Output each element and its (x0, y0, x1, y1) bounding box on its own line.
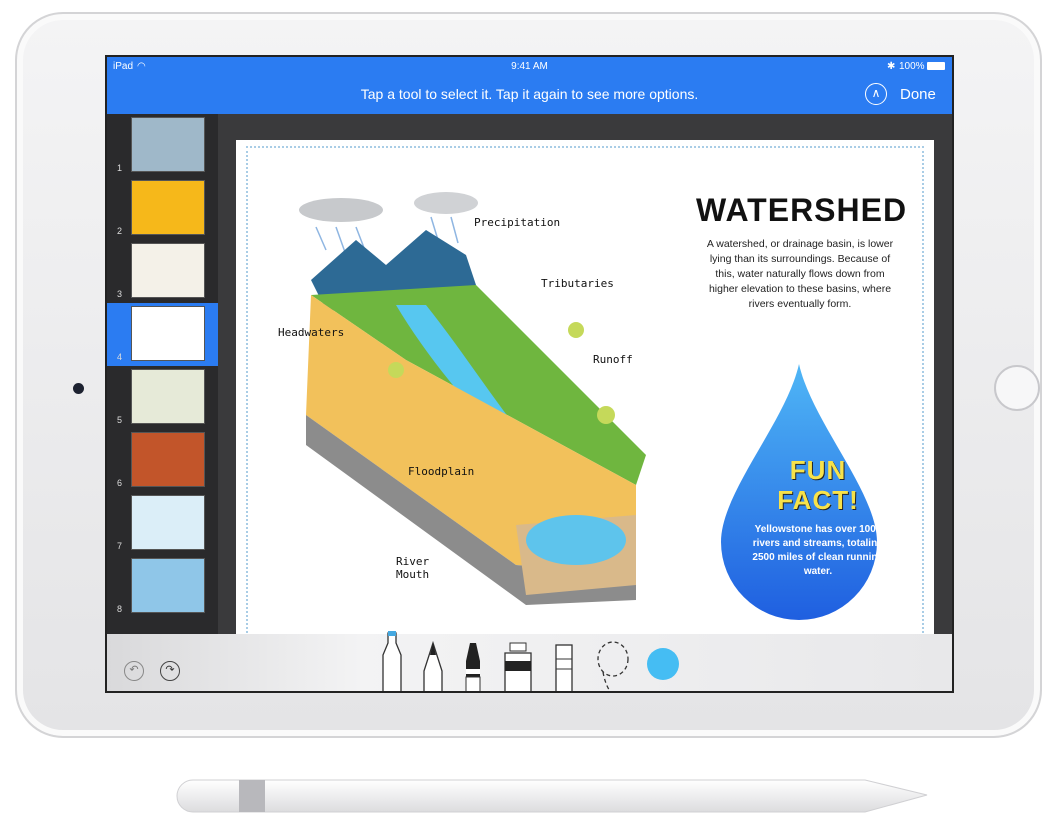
toolbar-instructions: Tap a tool to select it. Tap it again to… (360, 86, 699, 102)
slide-thumbnail-2[interactable]: 2 (107, 177, 218, 240)
slide-number: 1 (117, 163, 123, 173)
slide-number: 2 (117, 226, 123, 236)
front-camera (73, 383, 84, 394)
apple-pencil (176, 779, 928, 813)
status-bar: iPad ◠ 9:41 AM ✱ 100% (107, 57, 952, 75)
slide-description: A watershed, or drainage basin, is lower… (706, 238, 894, 310)
label-runoff: Runoff (593, 353, 633, 366)
slide-thumbnail-5[interactable]: 5 (107, 366, 218, 429)
battery-icon (927, 62, 945, 70)
slide-thumbnail-image (131, 495, 205, 550)
bluetooth-icon: ✱ (887, 61, 896, 72)
drawing-tools-bar: ↶ ↷ (107, 631, 952, 693)
markup-toolbar: Tap a tool to select it. Tap it again to… (107, 75, 952, 114)
slide-title: WATERSHED (696, 192, 908, 228)
label-precipitation: Precipitation (474, 216, 561, 229)
slide-number: 7 (117, 541, 123, 551)
slide-thumbnail-1[interactable]: 1 (107, 114, 218, 177)
redo-button[interactable]: ↷ (160, 661, 180, 681)
label-tributaries: Tributaries (541, 277, 614, 290)
slide-number: 5 (117, 415, 123, 425)
pencil-tip-icon: ∧ (871, 86, 881, 100)
fill-tool[interactable] (502, 641, 534, 693)
watershed-illustration (299, 192, 646, 605)
label-floodplain: Floodplain (408, 465, 475, 478)
undo-button[interactable]: ↶ (124, 661, 144, 681)
label-headwaters: Headwaters (278, 326, 345, 339)
pencil-settings-button[interactable]: ∧ (865, 83, 887, 105)
slide-number: 4 (117, 352, 123, 362)
fun-fact-title: FUN FACT! (777, 455, 859, 515)
slide-thumbnail-image (131, 243, 205, 298)
slide-thumbnail-8[interactable]: 8 (107, 555, 218, 618)
slide-thumbnail-4[interactable]: 4 (107, 303, 218, 366)
slide-thumbnail-image (131, 180, 205, 235)
pencil-tool[interactable] (422, 641, 444, 693)
slide[interactable]: Precipitation Tributaries Headwaters Run… (236, 140, 934, 645)
undo-icon: ↶ (129, 664, 139, 676)
label-river-mouth: River Mouth (396, 555, 430, 581)
fun-fact-text: Yellowstone has over 1000 rivers and str… (752, 524, 884, 577)
slide-navigator: 87654321 + (107, 114, 218, 680)
battery-level: 100% (899, 61, 925, 72)
slide-thumbnail-7[interactable]: 7 (107, 492, 218, 555)
slide-thumbnail-image (131, 306, 205, 361)
crayon-tool[interactable] (461, 641, 485, 693)
slide-thumbnail-3[interactable]: 3 (107, 240, 218, 303)
done-button[interactable]: Done (900, 86, 936, 103)
clock: 9:41 AM (511, 61, 548, 72)
slide-number: 3 (117, 289, 123, 299)
slide-thumbnail-image (131, 369, 205, 424)
lasso-tool[interactable] (595, 639, 631, 693)
slide-thumbnail-image (131, 117, 205, 172)
screen: iPad ◠ 9:41 AM ✱ 100% Tap a tool to sele… (105, 55, 954, 693)
slide-thumbnail-image (131, 558, 205, 613)
slide-canvas: Precipitation Tributaries Headwaters Run… (218, 114, 952, 645)
slide-number: 6 (117, 478, 123, 488)
redo-icon: ↷ (165, 664, 175, 676)
pen-tool[interactable] (379, 631, 405, 693)
slide-thumbnail-image (131, 432, 205, 487)
slide-thumbnail-6[interactable]: 6 (107, 429, 218, 492)
eraser-tool[interactable] (554, 643, 574, 693)
home-button[interactable] (994, 365, 1040, 411)
slide-number: 8 (117, 604, 123, 614)
color-picker-button[interactable] (647, 648, 679, 680)
